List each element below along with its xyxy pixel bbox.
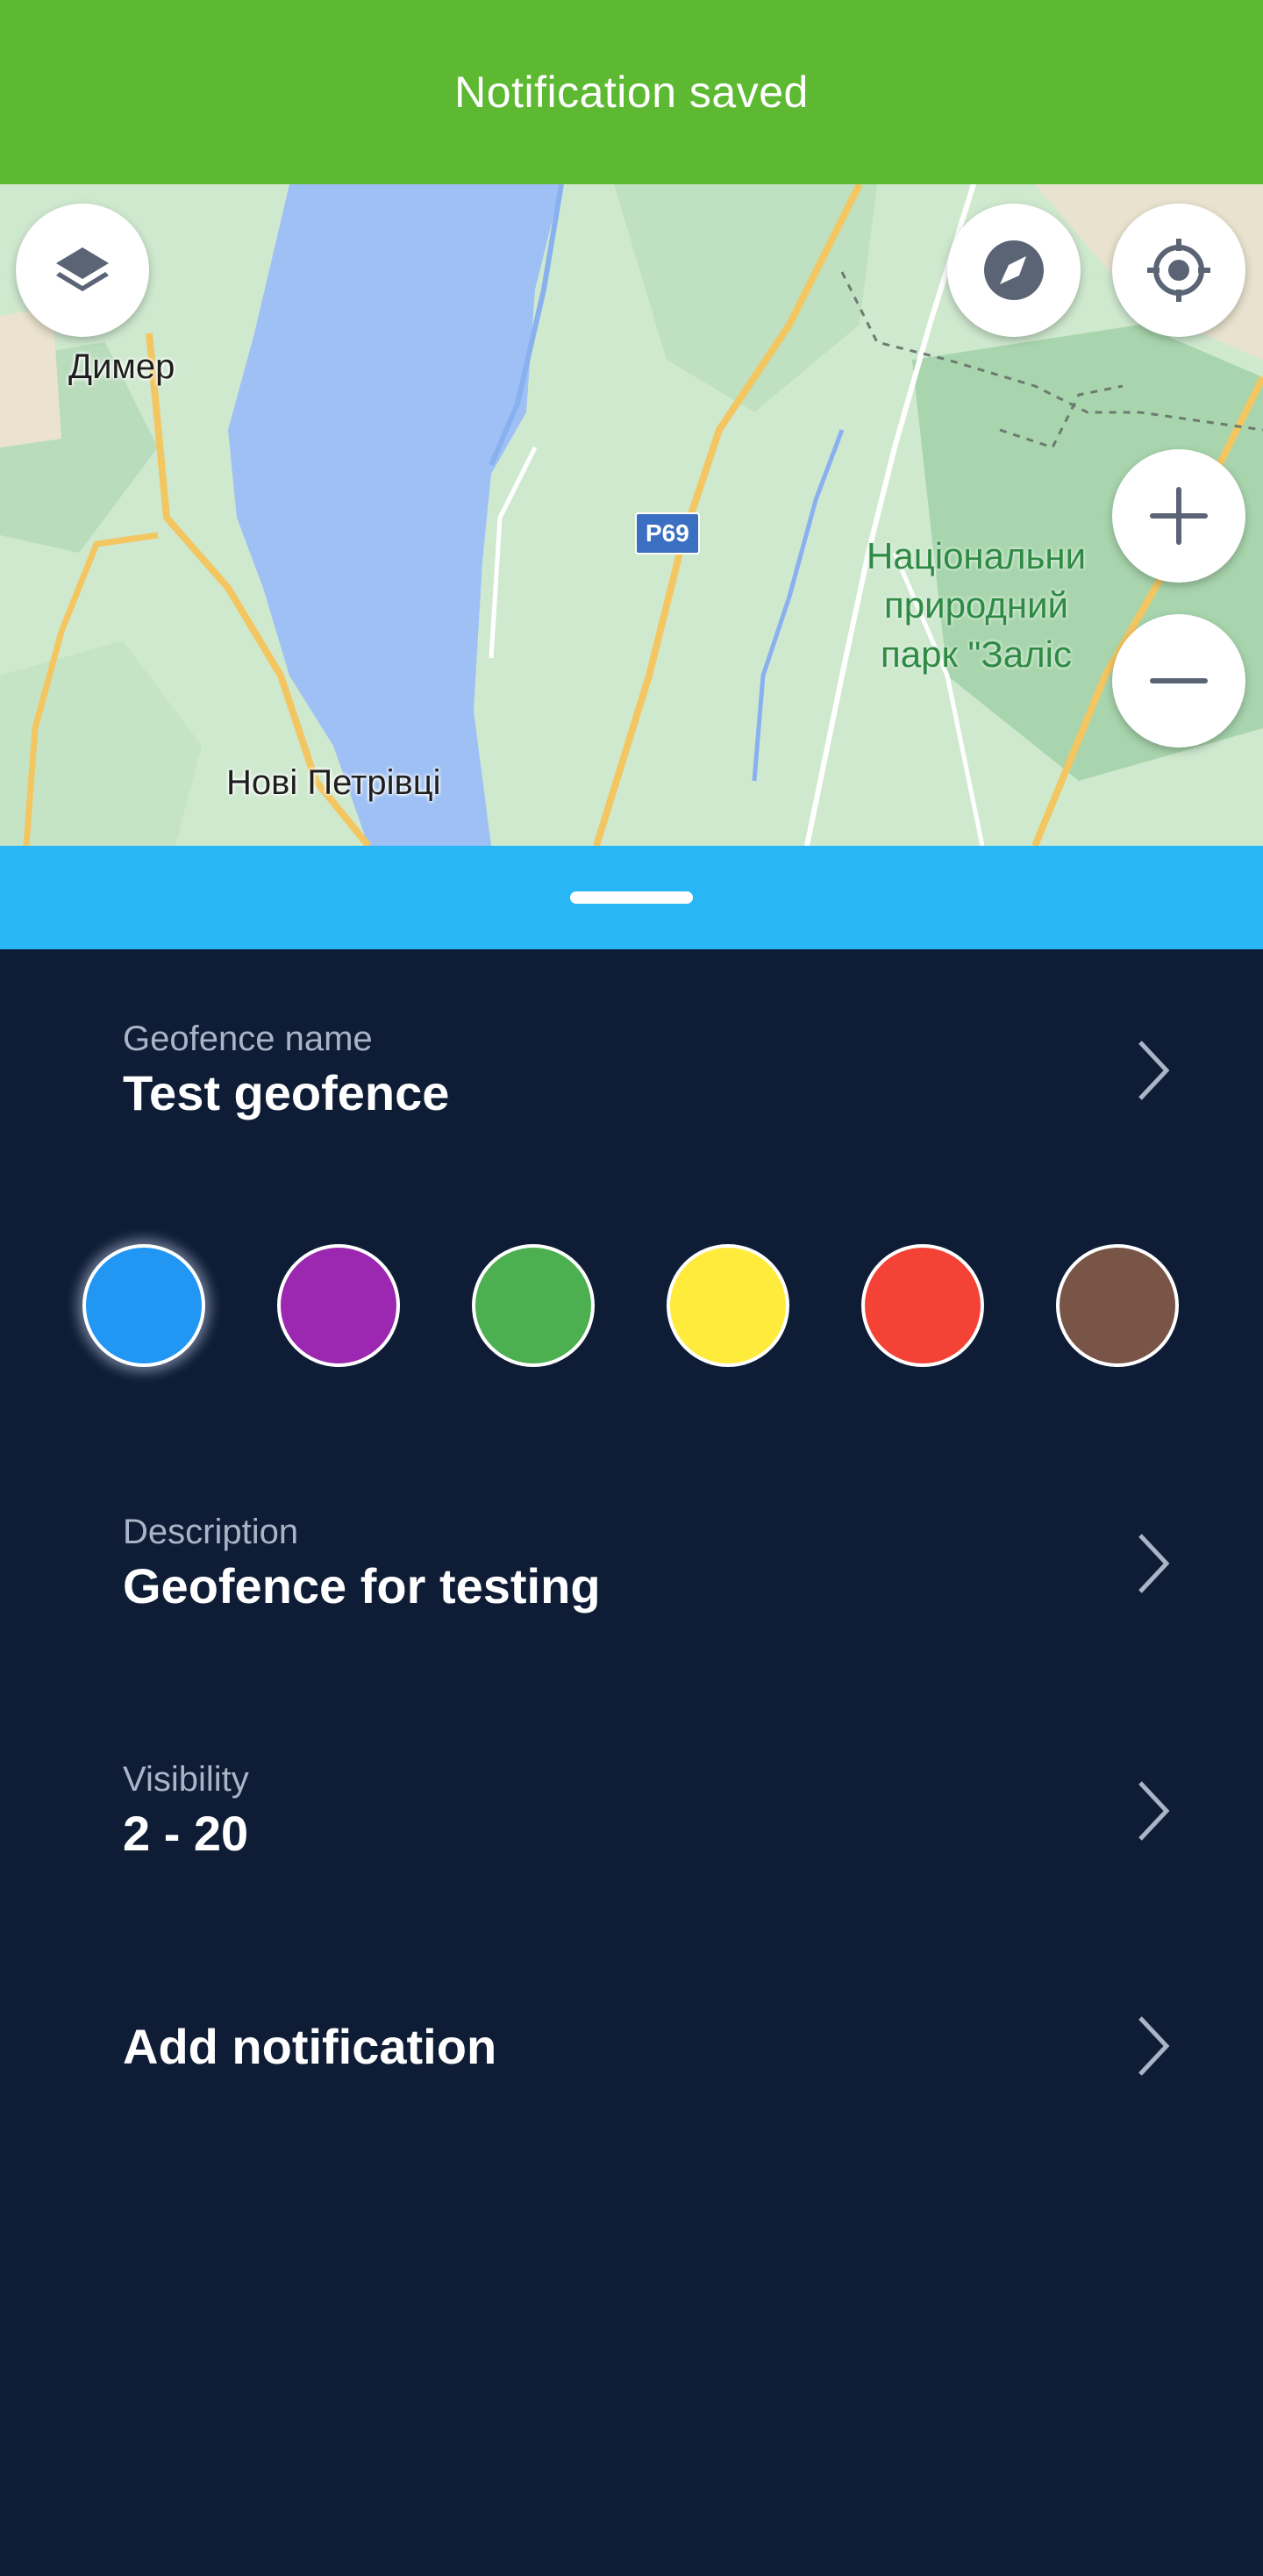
color-swatch[interactable]	[1056, 1244, 1179, 1367]
notification-toast: Notification saved	[0, 0, 1263, 184]
road-shield: P69	[635, 512, 700, 555]
locate-button[interactable]	[1112, 204, 1245, 337]
color-swatch[interactable]	[861, 1244, 984, 1367]
chevron-right-icon	[1138, 2016, 1170, 2076]
visibility-row[interactable]: Visibility 2 - 20	[0, 1741, 1263, 1881]
park-label-line: Національни	[867, 535, 1087, 576]
crosshair-icon	[1147, 239, 1210, 302]
layers-button[interactable]	[16, 204, 149, 337]
color-picker	[0, 1244, 1263, 1367]
description-text: Description Geofence for testing	[123, 1513, 601, 1614]
park-label-line: природний	[884, 584, 1068, 626]
geofence-name-value: Test geofence	[123, 1065, 450, 1120]
compass-button[interactable]	[947, 204, 1081, 337]
visibility-value: 2 - 20	[123, 1806, 249, 1861]
zoom-out-button[interactable]	[1112, 614, 1245, 748]
plus-icon	[1150, 487, 1208, 545]
chevron-right-icon	[1138, 1041, 1170, 1100]
geofence-name-label: Geofence name	[123, 1020, 373, 1058]
toast-message: Notification saved	[454, 68, 809, 117]
drag-handle[interactable]	[570, 891, 693, 904]
visibility-text: Visibility 2 - 20	[123, 1760, 249, 1862]
geofence-name-text: Geofence name Test geofence	[123, 1020, 449, 1121]
color-swatch[interactable]	[667, 1244, 789, 1367]
chevron-right-icon	[1138, 1534, 1170, 1593]
color-swatch[interactable]	[277, 1244, 400, 1367]
bottom-sheet-handle[interactable]	[0, 846, 1263, 949]
map-label-town: Нові Петрівці	[226, 763, 441, 802]
chevron-right-icon	[1138, 1781, 1170, 1841]
map-label-town: Димер	[68, 347, 175, 386]
geofence-name-row[interactable]: Geofence name Test geofence	[0, 1000, 1263, 1141]
description-value: Geofence for testing	[123, 1558, 601, 1614]
park-label-line: парк "Заліс	[881, 633, 1072, 675]
minus-icon	[1150, 678, 1208, 683]
compass-icon	[984, 240, 1044, 300]
color-swatch[interactable]	[82, 1244, 205, 1367]
zoom-in-button[interactable]	[1112, 449, 1245, 583]
layers-icon	[56, 247, 109, 291]
visibility-label: Visibility	[123, 1760, 249, 1799]
description-row[interactable]: Description Geofence for testing	[0, 1493, 1263, 1634]
map-view[interactable]: Димер Нові Петрівці P69 Національни прир…	[0, 184, 1263, 846]
color-swatch[interactable]	[472, 1244, 595, 1367]
add-notification-label: Add notification	[123, 2018, 497, 2074]
description-label: Description	[123, 1513, 299, 1551]
map-label-park: Національни природний парк "Заліс	[867, 532, 1086, 679]
add-notification-text: Add notification	[123, 2018, 496, 2075]
add-notification-row[interactable]: Add notification	[0, 1985, 1263, 2107]
